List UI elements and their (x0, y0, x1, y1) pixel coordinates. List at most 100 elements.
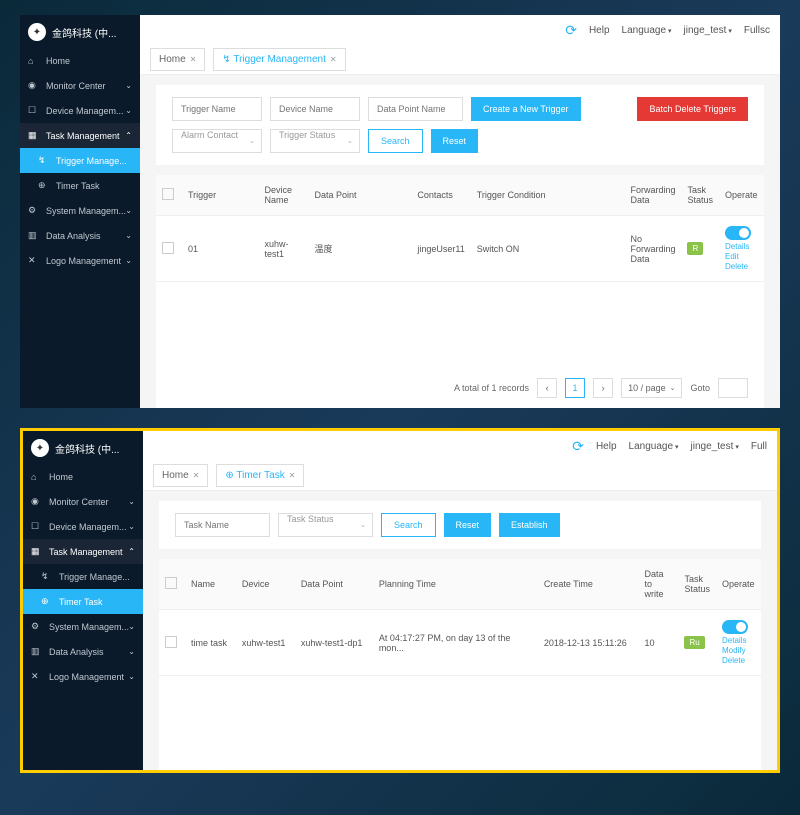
close-icon[interactable]: ✕ (330, 55, 337, 64)
close-icon[interactable]: ✕ (289, 471, 296, 480)
tab-home[interactable]: Home✕ (150, 48, 205, 71)
sidebar-item-task[interactable]: ▦Task Management⌃ (23, 539, 143, 564)
page-size-select[interactable]: 10 / page ⌄ (621, 378, 682, 398)
select-all-checkbox[interactable] (165, 577, 177, 589)
establish-button[interactable]: Establish (499, 513, 560, 537)
sidebar-item-analysis[interactable]: ▥Data Analysis⌄ (20, 223, 140, 248)
search-button[interactable]: Search (381, 513, 436, 537)
brand-text: 金鸽科技 (中... (52, 25, 116, 40)
enable-toggle[interactable] (725, 226, 751, 240)
language-dropdown[interactable]: Language▾ (629, 441, 679, 452)
goto-input[interactable] (718, 378, 748, 398)
col-datapoint: Data Point (295, 559, 373, 610)
alarm-contact-select[interactable]: Alarm Contact⌄ (172, 129, 262, 153)
refresh-icon[interactable]: ⟳ (572, 438, 584, 455)
chevron-down-icon: ⌄ (125, 256, 132, 265)
breadcrumb-tabs: Home✕ ↯ Trigger Management✕ (140, 45, 780, 75)
prev-page-button[interactable]: ‹ (537, 378, 557, 398)
caret-down-icon: ▾ (668, 28, 672, 35)
user-dropdown[interactable]: jinge_test▾ (691, 441, 739, 452)
cell-condition: Switch ON (471, 216, 625, 282)
device-name-input[interactable] (270, 97, 360, 121)
delete-link[interactable]: Delete (725, 262, 758, 271)
col-device: Device (236, 559, 295, 610)
delete-link[interactable]: Delete (722, 656, 755, 665)
next-page-button[interactable]: › (593, 378, 613, 398)
enable-toggle[interactable] (722, 620, 748, 634)
fullscreen-link[interactable]: Full (751, 441, 767, 452)
sidebar-item-timer[interactable]: ⊕Timer Task (23, 589, 143, 614)
gear-icon: ⚙ (28, 205, 40, 216)
pagination: A total of 1 records ‹ 1 › 10 / page ⌄ G… (156, 368, 764, 408)
brand-text: 金鸽科技 (中... (55, 441, 119, 456)
table-row: time task xuhw-test1 xuhw-test1-dp1 At 0… (159, 610, 761, 676)
device-icon: ☐ (28, 105, 40, 116)
col-forward: Forwarding Data (624, 175, 681, 216)
brand: ✦ 金鸽科技 (中... (20, 15, 140, 49)
trigger-management-panel: ✦ 金鸽科技 (中... ⌂Home ◉Monitor Center⌄ ☐Dev… (20, 15, 780, 408)
tab-timer-task[interactable]: ⊕ Timer Task✕ (216, 464, 304, 487)
sidebar-item-trigger[interactable]: ↯Trigger Manage... (20, 148, 140, 173)
cell-forward: No Forwarding Data (624, 216, 681, 282)
help-link[interactable]: Help (589, 25, 610, 36)
col-name: Name (185, 559, 236, 610)
sidebar-item-logo[interactable]: ✕Logo Management⌄ (23, 664, 143, 689)
create-trigger-button[interactable]: Create a New Trigger (471, 97, 581, 121)
fullscreen-link[interactable]: Fullsc (744, 25, 770, 36)
sidebar-item-timer[interactable]: ⊕Timer Task (20, 173, 140, 198)
select-all-checkbox[interactable] (162, 188, 174, 200)
task-status-select[interactable]: Task Status⌄ (278, 513, 373, 537)
status-badge: R (687, 242, 703, 255)
help-link[interactable]: Help (596, 441, 617, 452)
trigger-name-input[interactable] (172, 97, 262, 121)
reset-button[interactable]: Reset (444, 513, 492, 537)
sidebar-item-device[interactable]: ☐Device Managem...⌄ (23, 514, 143, 539)
device-icon: ☐ (31, 521, 43, 532)
sidebar-item-analysis[interactable]: ▥Data Analysis⌄ (23, 639, 143, 664)
sidebar-item-monitor[interactable]: ◉Monitor Center⌄ (20, 73, 140, 98)
home-icon: ⌂ (28, 56, 40, 66)
batch-delete-button[interactable]: Batch Delete Triggers (637, 97, 748, 121)
sidebar-item-system[interactable]: ⚙System Managem...⌄ (23, 614, 143, 639)
home-icon: ⌂ (31, 472, 43, 482)
timer-icon: ⊕ (38, 180, 50, 191)
user-dropdown[interactable]: jinge_test▾ (684, 25, 732, 36)
sidebar-item-trigger[interactable]: ↯Trigger Manage... (23, 564, 143, 589)
cell-device: xuhw-test1 (236, 610, 295, 676)
tab-home[interactable]: Home✕ (153, 464, 208, 487)
total-records: A total of 1 records (454, 383, 529, 393)
col-contacts: Contacts (411, 175, 470, 216)
trigger-status-select[interactable]: Trigger Status⌄ (270, 129, 360, 153)
page-number[interactable]: 1 (565, 378, 585, 398)
sidebar-item-home[interactable]: ⌂Home (20, 49, 140, 73)
datapoint-name-input[interactable] (368, 97, 463, 121)
chevron-down-icon: ⌄ (125, 206, 132, 215)
row-checkbox[interactable] (165, 636, 177, 648)
caret-down-icon: ▾ (735, 444, 739, 451)
search-button[interactable]: Search (368, 129, 423, 153)
row-checkbox[interactable] (162, 242, 174, 254)
details-link[interactable]: Details (722, 636, 755, 645)
sidebar-item-task[interactable]: ▦Task Management⌃ (20, 123, 140, 148)
task-name-input[interactable] (175, 513, 270, 537)
sidebar-item-device[interactable]: ☐Device Managem...⌄ (20, 98, 140, 123)
language-dropdown[interactable]: Language▾ (622, 25, 672, 36)
details-link[interactable]: Details (725, 242, 758, 251)
reset-button[interactable]: Reset (431, 129, 479, 153)
sidebar-item-home[interactable]: ⌂Home (23, 465, 143, 489)
sidebar-item-system[interactable]: ⚙System Managem...⌄ (20, 198, 140, 223)
tab-trigger-management[interactable]: ↯ Trigger Management✕ (213, 48, 345, 71)
col-datapoint: Data Point (309, 175, 412, 216)
marker-icon: ◉ (28, 80, 40, 91)
refresh-icon[interactable]: ⟳ (565, 22, 577, 39)
cell-device: xuhw-test1 (259, 216, 309, 282)
sidebar-item-monitor[interactable]: ◉Monitor Center⌄ (23, 489, 143, 514)
brand-logo-icon: ✦ (31, 439, 49, 457)
edit-link[interactable]: Edit (725, 252, 758, 261)
table-row: 01 xuhw-test1 温度 jingeUser11 Switch ON N… (156, 216, 764, 282)
sidebar-item-logo[interactable]: ✕Logo Management⌄ (20, 248, 140, 273)
chevron-down-icon: ⌄ (347, 137, 353, 145)
close-icon[interactable]: ✕ (193, 471, 200, 480)
modify-link[interactable]: Modify (722, 646, 755, 655)
close-icon[interactable]: ✕ (190, 55, 197, 64)
